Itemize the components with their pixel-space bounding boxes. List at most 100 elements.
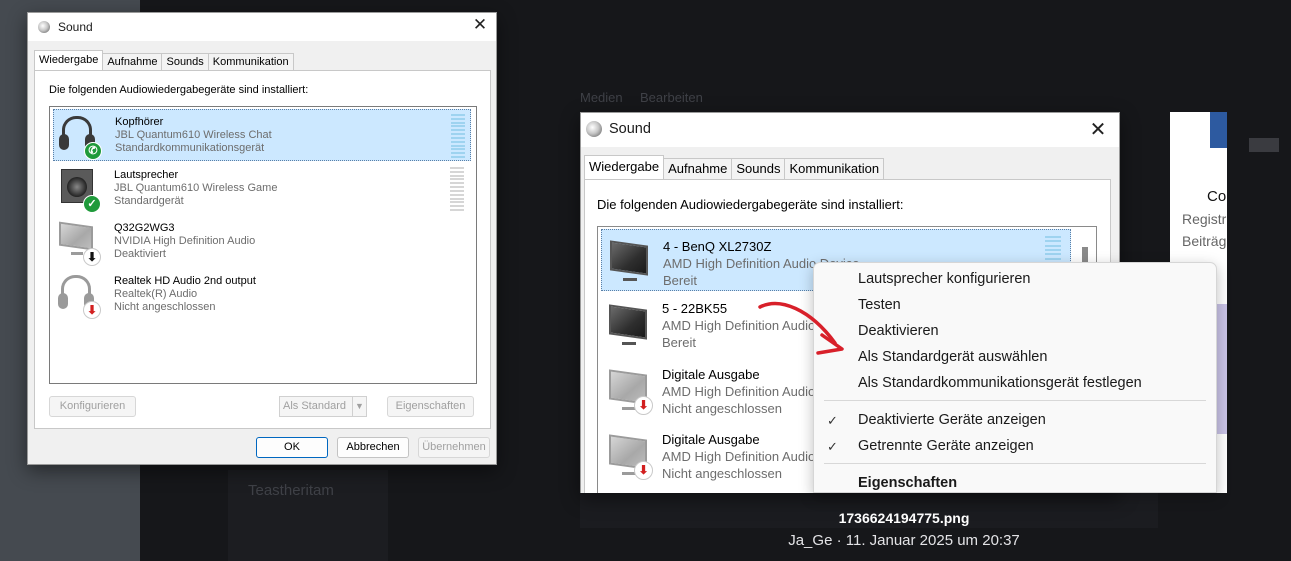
monitor-icon: ⬇ (55, 218, 101, 266)
monitor-icon (604, 299, 654, 349)
monitor-screen (59, 221, 93, 251)
close-icon[interactable]: ✕ (1087, 117, 1109, 142)
monitor-stand (71, 252, 83, 255)
configure-button[interactable]: Konfigurieren (49, 396, 136, 417)
set-default-combo[interactable]: Als Standard ▼ (279, 396, 367, 417)
device-driver: JBL Quantum610 Wireless Game (114, 182, 278, 194)
speaker-icon: ✓ (55, 165, 101, 213)
device-status: Standardkommunikationsgerät (115, 142, 265, 154)
device-status: Nicht angeschlossen (662, 466, 782, 481)
background-banner (1210, 112, 1227, 148)
device-name: 5 - 22BK55 (662, 301, 728, 316)
tab-bar: Wiedergabe Aufnahme Sounds Kommunikation (584, 155, 885, 179)
menu-item-disable[interactable]: Deaktivieren (858, 323, 939, 339)
window-title: Sound (609, 121, 651, 137)
cancel-button[interactable]: Abbrechen (337, 437, 409, 458)
properties-button[interactable]: Eigenschaften (387, 396, 474, 417)
background-ghost-text: Bearbeiten (640, 90, 703, 105)
list-item[interactable]: ⬇ Q32G2WG3 NVIDIA High Definition Audio … (53, 216, 471, 268)
background-ghost-text: Teastheritam (248, 482, 334, 499)
device-name: Lautsprecher (114, 169, 179, 181)
monitor-stand (622, 342, 636, 345)
device-status: Bereit (662, 335, 696, 350)
background-ghost-text: Medien (580, 90, 623, 105)
down-arrow-icon: ⬇ (83, 248, 101, 266)
device-status: Bereit (663, 273, 697, 288)
image-filename: 1736624194775.png (838, 510, 970, 526)
chevron-down-icon[interactable]: ▼ (352, 397, 366, 416)
tab-wiedergabe[interactable]: Wiedergabe (584, 155, 665, 179)
device-name: 4 - BenQ XL2730Z (663, 239, 772, 254)
device-driver: AMD High Definition Audio (662, 384, 816, 399)
apply-button[interactable]: Übernehmen (418, 437, 490, 458)
sound-dialog-left: Sound ✕ Wiedergabe Aufnahme Sounds Kommu… (27, 12, 497, 465)
background-card: Teastheritam (228, 470, 388, 561)
menu-item-set-default[interactable]: Als Standardgerät auswählen (858, 349, 1047, 365)
monitor-screen (610, 240, 648, 276)
tab-sounds[interactable]: Sounds (731, 158, 786, 179)
headset-icon: ⬇ (55, 271, 101, 319)
background-text: Registr (1182, 211, 1227, 227)
device-status: Nicht angeschlossen (662, 401, 782, 416)
check-icon: ✓ (827, 413, 838, 428)
background-text: Beiträg (1182, 233, 1227, 249)
monitor-icon (605, 235, 655, 285)
tab-wiedergabe[interactable]: Wiedergabe (34, 50, 104, 70)
speaker-cone (67, 177, 87, 197)
device-status: Nicht angeschlossen (114, 301, 216, 313)
title-bar: Sound ✕ (28, 13, 496, 41)
volume-meter (450, 167, 464, 211)
sound-app-icon (38, 21, 50, 33)
device-driver: NVIDIA High Definition Audio (114, 235, 256, 247)
device-name: Digitale Ausgabe (662, 367, 760, 382)
volume-meter (451, 114, 465, 158)
device-driver: AMD High Definition Audio (662, 449, 816, 464)
check-icon: ✓ (827, 439, 838, 454)
intro-text: Die folgenden Audiowiedergabegeräte sind… (49, 84, 309, 96)
device-name: Kopfhörer (115, 116, 164, 128)
context-menu: Lautsprecher konfigurieren Testen Deakti… (813, 262, 1217, 493)
annotation-arrow-icon (758, 301, 844, 355)
monitor-screen (609, 304, 647, 340)
tab-kommunikation[interactable]: Kommunikation (207, 53, 294, 70)
device-driver: Realtek(R) Audio (114, 288, 198, 300)
tab-aufnahme[interactable]: Aufnahme (663, 158, 733, 179)
tab-panel: Die folgenden Audiowiedergabegeräte sind… (34, 70, 491, 429)
monitor-stand (623, 278, 637, 281)
menu-item-properties[interactable]: Eigenschaften (858, 475, 957, 491)
headset-cup (59, 134, 69, 150)
tab-kommunikation[interactable]: Kommunikation (784, 158, 885, 179)
list-item[interactable]: ⬇ Realtek HD Audio 2nd output Realtek(R)… (53, 269, 471, 321)
device-name: Realtek HD Audio 2nd output (114, 275, 256, 287)
list-item[interactable]: ✆ Kopfhörer JBL Quantum610 Wireless Chat… (53, 109, 471, 161)
down-arrow-icon: ⬇ (634, 461, 653, 480)
device-status: Standardgerät (114, 195, 184, 207)
tab-bar: Wiedergabe Aufnahme Sounds Kommunikation (34, 50, 294, 70)
check-badge-icon: ✓ (83, 195, 101, 213)
headset-icon: ✆ (56, 112, 102, 160)
menu-separator (824, 463, 1206, 464)
menu-item-show-disconnected-devices[interactable]: Getrennte Geräte anzeigen (858, 438, 1034, 454)
tab-sounds[interactable]: Sounds (161, 53, 209, 70)
background-tab (1249, 138, 1279, 152)
sound-app-icon (586, 121, 602, 137)
list-item[interactable]: ✓ Lautsprecher JBL Quantum610 Wireless G… (53, 163, 471, 215)
menu-item-show-disabled-devices[interactable]: Deaktivierte Geräte anzeigen (858, 412, 1046, 428)
device-status: Deaktiviert (114, 248, 166, 260)
monitor-icon: ⬇ (604, 429, 654, 480)
device-list[interactable]: ✆ Kopfhörer JBL Quantum610 Wireless Chat… (49, 106, 477, 384)
title-bar: Sound ✕ (581, 113, 1119, 147)
menu-item-configure-speakers[interactable]: Lautsprecher konfigurieren (858, 271, 1031, 287)
close-icon[interactable]: ✕ (470, 15, 490, 35)
window-title: Sound (58, 20, 93, 34)
menu-separator (824, 400, 1206, 401)
menu-item-set-default-communication[interactable]: Als Standardkommunikationsgerät festlege… (858, 375, 1142, 391)
image-meta: Ja_Ge · 11. Januar 2025 um 20:37 (788, 532, 1020, 549)
intro-text: Die folgenden Audiowiedergabegeräte sind… (597, 197, 904, 212)
tab-aufnahme[interactable]: Aufnahme (102, 53, 163, 70)
ok-button[interactable]: OK (256, 437, 328, 458)
menu-item-test[interactable]: Testen (858, 297, 901, 313)
device-name: Q32G2WG3 (114, 222, 175, 234)
device-name: Digitale Ausgabe (662, 432, 760, 447)
background-text: Co (1207, 188, 1227, 205)
